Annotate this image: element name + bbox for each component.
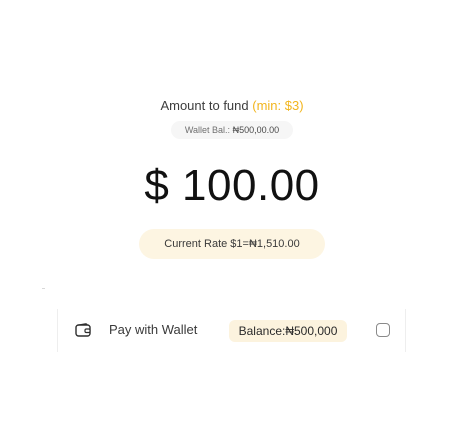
wallet-balance-value: ₦500,00.00 — [232, 125, 280, 135]
pay-with-wallet-label: Pay with Wallet — [109, 322, 198, 337]
wallet-balance-badge: Balance:₦500,000 — [229, 320, 347, 342]
wallet-icon — [75, 323, 91, 337]
fund-wallet-panel: Amount to fund (min: $3) Wallet Bal.: ₦5… — [0, 0, 464, 424]
amount-display[interactable]: $ 100.00 — [0, 158, 464, 214]
exchange-rate-pill: Current Rate $1=₦1,510.00 — [139, 229, 325, 259]
amount-to-fund-label: Amount to fund — [160, 98, 249, 113]
wallet-balance-label: Wallet Bal.: — [184, 125, 231, 135]
pay-with-wallet-option[interactable]: Pay with Wallet Balance:₦500,000 — [57, 309, 406, 352]
amount-to-fund-heading: Amount to fund (min: $3) — [0, 98, 464, 113]
minimum-amount-note: (min: $3) — [252, 98, 304, 113]
pay-with-wallet-checkbox[interactable] — [376, 323, 390, 337]
divider-mark — [42, 288, 45, 289]
wallet-balance-chip: Wallet Bal.: ₦500,00.00 — [171, 121, 293, 139]
